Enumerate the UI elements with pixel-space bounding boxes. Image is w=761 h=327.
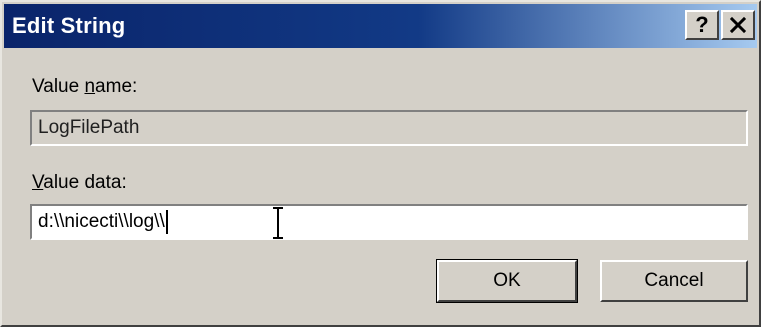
ibeam-cursor-icon — [273, 207, 283, 239]
value-data-label-mnemonic: V — [32, 172, 44, 193]
value-name-field: LogFilePath — [30, 110, 748, 146]
value-name-label-suffix: ame: — [95, 76, 138, 97]
help-button[interactable]: ? — [685, 10, 719, 40]
close-icon — [729, 16, 747, 34]
value-data-field[interactable]: d:\\nicecti\\log\\ — [30, 204, 748, 240]
value-data-text: d:\\nicecti\\log\\ — [38, 211, 165, 232]
title-bar[interactable]: Edit String ? — [4, 4, 757, 48]
title-bar-buttons: ? — [685, 10, 755, 40]
edit-string-dialog: Edit String ? Value name: LogFilePath Va… — [0, 0, 761, 327]
close-button[interactable] — [721, 10, 755, 40]
value-name-label-mnemonic: n — [84, 76, 96, 97]
ok-button[interactable]: OK — [436, 259, 578, 303]
cancel-button[interactable]: Cancel — [600, 260, 748, 302]
value-name-label-prefix: Value — [32, 76, 85, 97]
value-name-label: Value name: — [32, 76, 137, 98]
text-caret — [165, 210, 168, 234]
window-title: Edit String — [12, 13, 126, 38]
value-name-text: LogFilePath — [38, 117, 140, 138]
value-data-label: Value data: — [32, 172, 127, 194]
value-data-label-suffix: alue data: — [43, 172, 127, 193]
